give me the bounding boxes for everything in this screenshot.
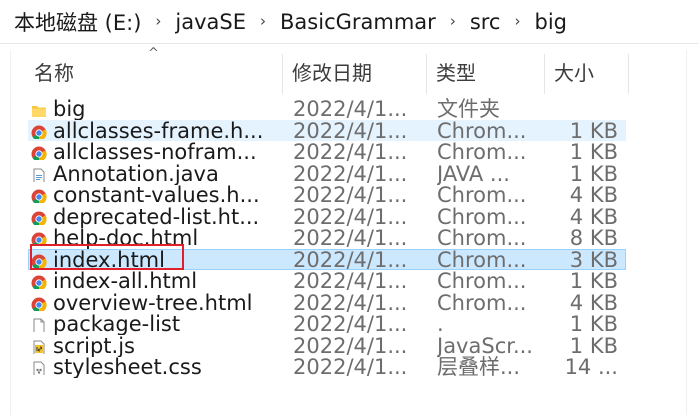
file-type: JAVA ... <box>437 162 510 185</box>
file-list: big 2022/4/1... 文件夹 allclasses-frame.h... 20… <box>0 98 698 378</box>
chrome-icon <box>31 209 47 225</box>
file-type: Chrom... <box>437 184 527 206</box>
file-name: allclasses-nofram... <box>53 141 257 163</box>
file-date: 2022/4/1... <box>293 313 408 335</box>
column-date[interactable]: 修改日期 <box>286 50 426 96</box>
column-name[interactable]: 名称 <box>28 50 282 96</box>
chevron-right-icon[interactable]: › <box>514 12 520 30</box>
file-row[interactable]: deprecated-list.ht... 2022/4/1... Chrom...… <box>0 206 698 228</box>
file-date: 2022/4/1... <box>293 334 408 357</box>
file-type: Chrom... <box>437 291 527 314</box>
file-size: 8 KB <box>569 227 618 249</box>
file-size: 4 KB <box>569 184 618 206</box>
breadcrumb-basicgrammar[interactable]: BasicGrammar <box>280 10 436 34</box>
java-file-icon <box>31 166 47 182</box>
file-row[interactable]: big 2022/4/1... 文件夹 <box>0 98 698 120</box>
column-divider[interactable] <box>544 54 545 94</box>
chrome-icon <box>31 252 47 268</box>
file-row[interactable]: overview-tree.html 2022/4/1... Chrom... 4 K… <box>0 292 698 314</box>
file-size: 1 KB <box>569 162 618 185</box>
file-type: Chrom... <box>437 205 527 228</box>
file-type: . <box>437 313 444 335</box>
file-row[interactable]: allclasses-frame.h... 2022/4/1... Chrom...… <box>0 119 698 142</box>
file-date: 2022/4/1... <box>293 270 408 292</box>
file-size: 1 KB <box>569 334 618 357</box>
blank-file-icon <box>31 316 47 332</box>
file-date: 2022/4/1... <box>293 227 408 249</box>
chrome-icon <box>31 230 47 246</box>
file-name: allclasses-frame.h... <box>53 119 264 142</box>
file-row[interactable]: constant-values.h... 2022/4/1... Chrom... 4… <box>0 184 698 206</box>
file-size: 1 KB <box>569 313 618 335</box>
column-size[interactable]: 大小 <box>548 50 628 96</box>
file-type: 文件夹 <box>437 98 500 120</box>
file-size: 4 KB <box>569 205 618 228</box>
file-size: 1 KB <box>569 141 618 163</box>
css-file-icon <box>31 359 47 375</box>
file-date: 2022/4/1... <box>293 291 408 314</box>
file-name: deprecated-list.ht... <box>53 205 260 228</box>
file-row[interactable]: allclasses-nofram... 2022/4/1... Chrom... 1… <box>0 141 698 163</box>
chrome-icon <box>31 144 47 160</box>
breadcrumb-drive[interactable]: 本地磁盘 (E:) <box>14 7 141 37</box>
file-name: index.html <box>53 248 165 271</box>
file-type: Chrom... <box>437 119 527 142</box>
file-row[interactable]: help-doc.html 2022/4/1... Chrom... 8 KB <box>0 227 698 249</box>
file-row[interactable]: index-all.html 2022/4/1... Chrom... 1 KB <box>0 270 698 292</box>
file-name: overview-tree.html <box>53 291 253 314</box>
folder-icon <box>31 101 47 117</box>
file-name: script.js <box>53 334 135 357</box>
file-type: Chrom... <box>437 227 527 249</box>
file-date: 2022/4/1... <box>293 205 408 228</box>
chevron-right-icon[interactable]: › <box>260 12 266 30</box>
file-type: Chrom... <box>437 141 527 163</box>
file-name: index-all.html <box>53 270 198 292</box>
file-type: Chrom... <box>437 248 527 271</box>
file-size: 1 KB <box>569 270 618 292</box>
file-row[interactable]: package-list 2022/4/1.... 1 KB <box>0 313 698 335</box>
file-name: package-list <box>53 313 181 335</box>
breadcrumb-src[interactable]: src <box>470 10 501 34</box>
file-date: 2022/4/1... <box>293 119 408 142</box>
chevron-right-icon[interactable]: › <box>450 12 456 30</box>
chrome-icon <box>31 123 47 139</box>
file-date: 2022/4/1... <box>293 98 408 120</box>
file-date: 2022/4/1... <box>293 184 408 206</box>
file-type: Chrom... <box>437 270 527 292</box>
file-date: 2022/4/1... <box>293 356 408 378</box>
file-type: 层叠样... <box>437 356 521 378</box>
column-divider[interactable] <box>628 54 629 94</box>
file-date: 2022/4/1... <box>293 248 408 271</box>
file-explorer-window: 本地磁盘 (E:) › javaSE › BasicGrammar › src … <box>0 0 698 415</box>
chrome-icon <box>31 295 47 311</box>
breadcrumb-javase[interactable]: javaSE <box>175 10 246 34</box>
column-divider[interactable] <box>282 54 283 94</box>
file-date: 2022/4/1... <box>293 162 408 185</box>
column-divider[interactable] <box>426 54 427 94</box>
file-row[interactable]: Annotation.java 2022/4/1... JAVA ... 1 KB <box>0 163 698 185</box>
file-date: 2022/4/1... <box>293 141 408 163</box>
column-type[interactable]: 类型 <box>430 50 544 96</box>
chevron-right-icon[interactable]: › <box>155 12 161 30</box>
file-name: Annotation.java <box>53 162 219 185</box>
file-name: constant-values.h... <box>53 184 260 206</box>
file-name: help-doc.html <box>53 227 199 249</box>
file-size: 3 KB <box>569 248 618 271</box>
file-size: 14 ... <box>564 356 618 378</box>
chrome-icon <box>31 273 47 289</box>
file-row[interactable]: script.js 2022/4/1... JavaScr... 1 KB <box>0 335 698 357</box>
file-size: 4 KB <box>569 291 618 314</box>
column-header: ^ 名称 修改日期 类型 大小 <box>0 46 698 96</box>
breadcrumb: 本地磁盘 (E:) › javaSE › BasicGrammar › src … <box>0 0 698 44</box>
file-size: 1 KB <box>569 119 618 142</box>
chrome-icon <box>31 187 47 203</box>
file-name: big <box>53 98 86 120</box>
js-file-icon <box>31 338 47 354</box>
file-type: JavaScr... <box>437 334 533 357</box>
breadcrumb-big[interactable]: big <box>534 10 567 34</box>
file-row[interactable]: stylesheet.css 2022/4/1... 层叠样... 14 ... <box>0 356 698 378</box>
file-name: stylesheet.css <box>53 356 202 378</box>
file-row[interactable]: index.html 2022/4/1... Chrom... 3 KB <box>0 248 698 271</box>
